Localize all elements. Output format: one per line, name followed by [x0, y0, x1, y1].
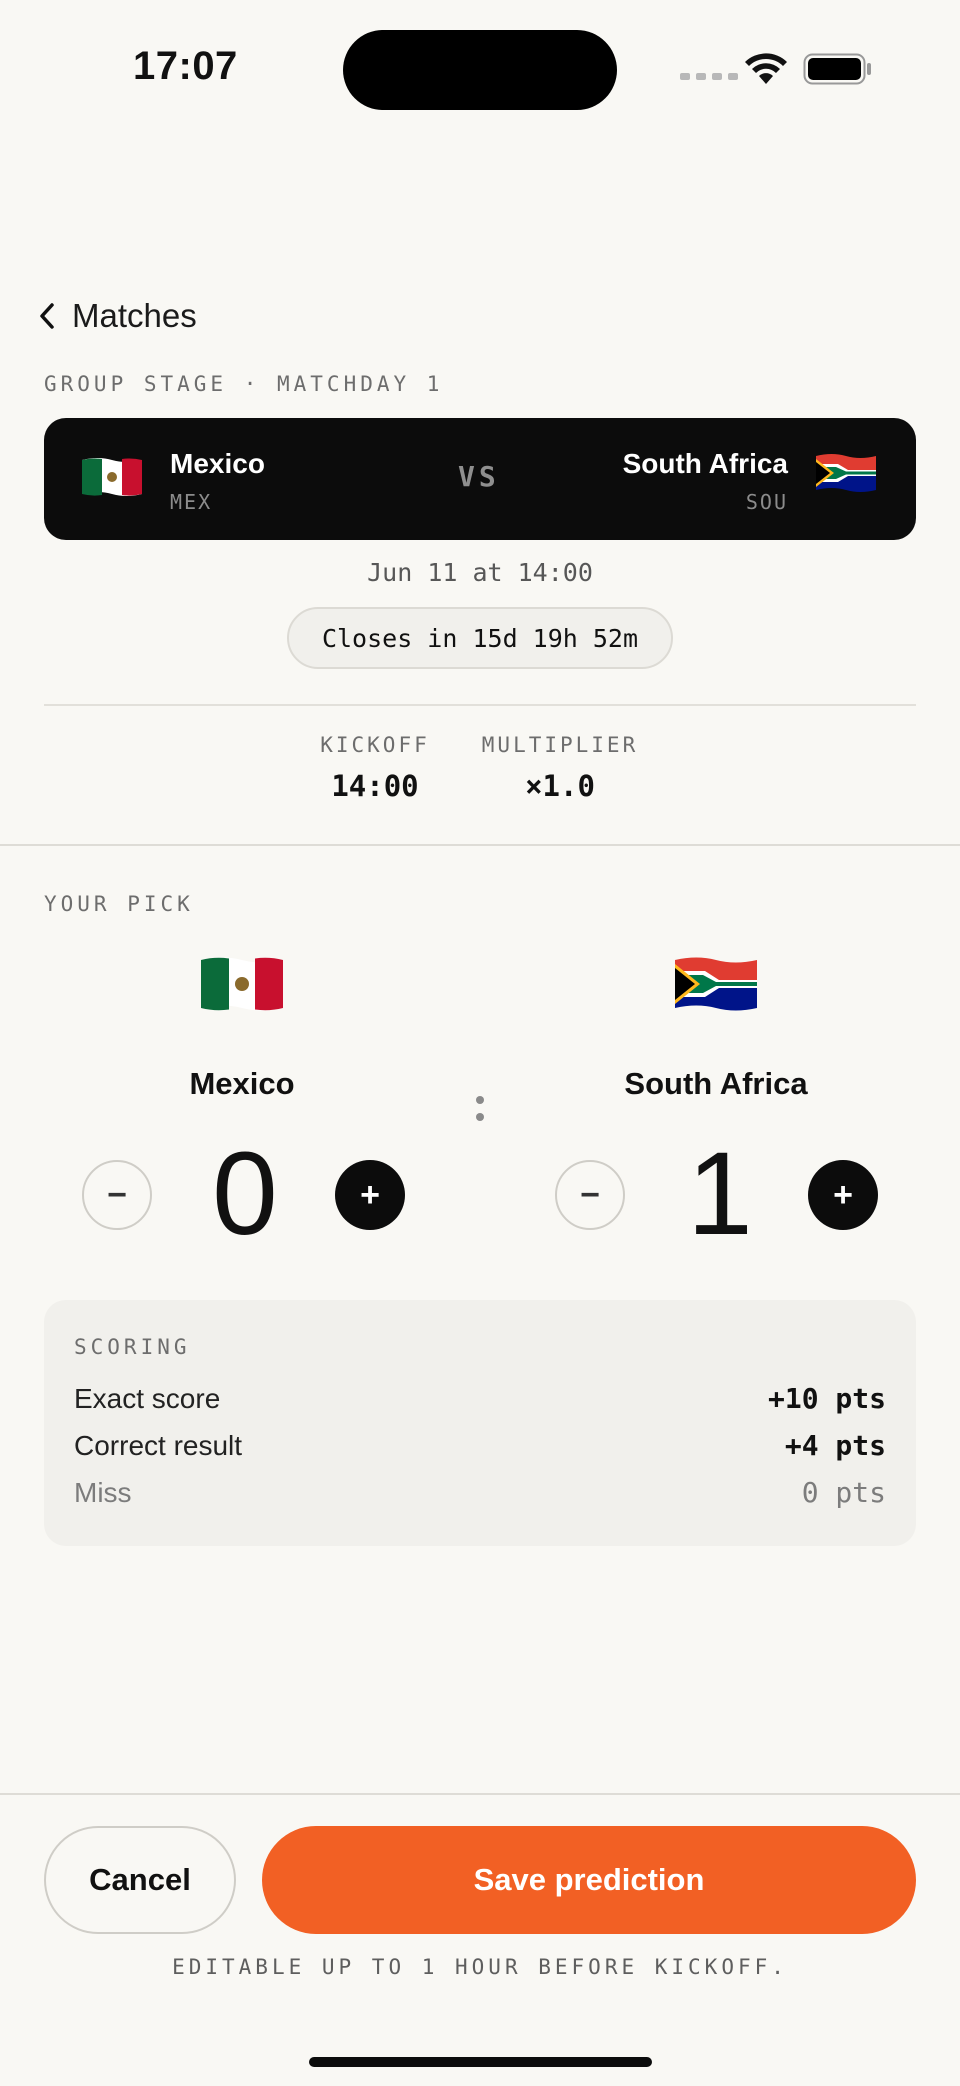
- save-prediction-button[interactable]: Save prediction: [262, 1826, 916, 1934]
- multiplier-value: ×1.0: [525, 769, 595, 803]
- divider: [0, 844, 960, 846]
- scoring-row-label: Miss: [74, 1476, 132, 1508]
- divider: [44, 704, 916, 706]
- back-label: Matches: [72, 297, 197, 334]
- home-team-name: Mexico: [170, 448, 265, 479]
- wifi-icon: [745, 53, 787, 84]
- score-separator: [474, 1096, 486, 1122]
- mexico-flag-icon: [201, 957, 283, 1011]
- home-score: 0: [212, 1128, 278, 1260]
- divider: [0, 1793, 960, 1795]
- home-increment-button[interactable]: +: [335, 1160, 405, 1230]
- match-card: Mexico MEX VS South Africa SOU: [44, 418, 916, 540]
- away-decrement-button[interactable]: −: [555, 1160, 625, 1230]
- away-team-code: SOU: [745, 490, 788, 514]
- your-pick-label: YOUR PICK: [44, 892, 194, 916]
- scoring-row-value: +4 pts: [784, 1429, 886, 1462]
- kickoff-stat: KICKOFF 14:00: [320, 733, 430, 803]
- kickoff-label: KICKOFF: [320, 733, 430, 757]
- scoring-row-result: Correct result +4 pts: [74, 1429, 886, 1462]
- away-pick-name: South Africa: [624, 1066, 808, 1101]
- kickoff-value: 14:00: [331, 769, 419, 803]
- status-time: 17:07: [133, 44, 238, 88]
- mexico-flag-icon: [82, 458, 142, 496]
- edit-footnote: EDITABLE UP TO 1 HOUR BEFORE KICKOFF.: [172, 1955, 788, 1979]
- scoring-row-miss: Miss 0 pts: [74, 1476, 886, 1509]
- dynamic-island: [343, 30, 617, 110]
- match-date: Jun 11 at 14:00: [367, 558, 593, 587]
- battery-icon: [803, 53, 871, 85]
- away-increment-button[interactable]: +: [808, 1160, 878, 1230]
- stage-label: GROUP STAGE · MATCHDAY 1: [44, 372, 444, 396]
- scoring-row-value: +10 pts: [767, 1382, 886, 1415]
- multiplier-label: MULTIPLIER: [481, 733, 639, 757]
- back-button[interactable]: Matches: [36, 297, 197, 335]
- scoring-title: SCORING: [74, 1335, 191, 1359]
- home-pick-name: Mexico: [189, 1066, 295, 1101]
- scoring-row-exact: Exact score +10 pts: [74, 1382, 886, 1415]
- scoring-card: SCORING Exact score +10 pts Correct resu…: [44, 1300, 916, 1546]
- cancel-button[interactable]: Cancel: [44, 1826, 236, 1934]
- cellular-signal-icon: [680, 73, 738, 80]
- vs-label: VS: [458, 460, 500, 493]
- south-africa-flag-icon: [675, 957, 757, 1011]
- chevron-left-icon: [40, 303, 54, 329]
- multiplier-stat: MULTIPLIER ×1.0: [480, 733, 640, 803]
- scoring-row-value: 0 pts: [801, 1476, 886, 1509]
- closes-countdown-badge: Closes in 15d 19h 52m: [287, 607, 673, 669]
- scoring-row-label: Exact score: [74, 1382, 221, 1414]
- away-team-name: South Africa: [622, 448, 788, 479]
- scoring-row-label: Correct result: [74, 1429, 243, 1461]
- south-africa-flag-icon: [816, 454, 876, 492]
- home-indicator[interactable]: [309, 2057, 652, 2067]
- home-decrement-button[interactable]: −: [82, 1160, 152, 1230]
- away-score: 1: [687, 1128, 753, 1260]
- home-team-code: MEX: [170, 490, 213, 514]
